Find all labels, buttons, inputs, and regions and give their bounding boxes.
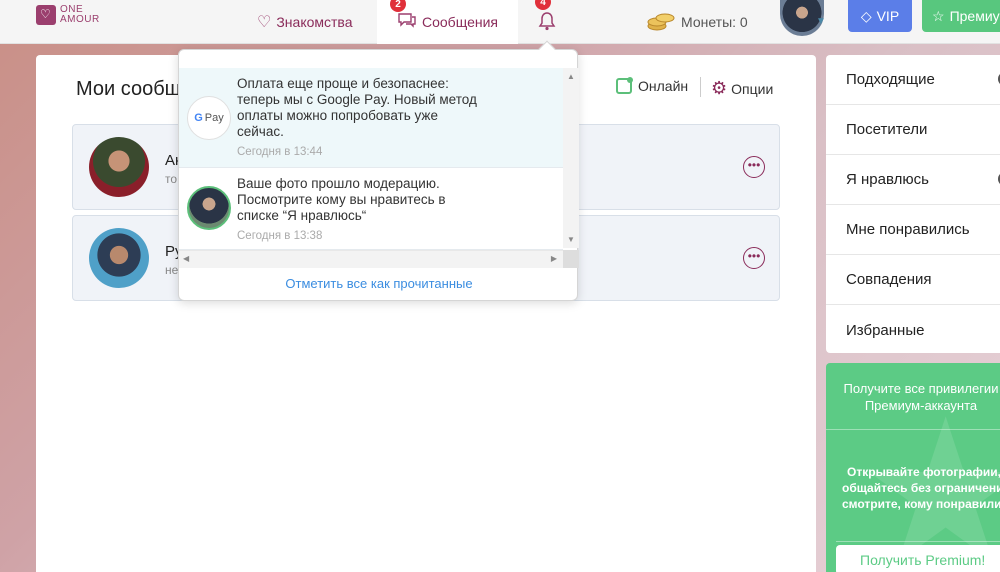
gear-icon: ⚙ bbox=[711, 78, 728, 98]
notification-time: Сегодня в 13:44 bbox=[237, 146, 323, 158]
online-checkbox-icon[interactable] bbox=[616, 77, 633, 94]
online-filter[interactable]: Онлайн bbox=[616, 77, 689, 94]
conversation-preview: то bbox=[165, 172, 178, 186]
sidebar-item-label: Совпадения bbox=[846, 271, 932, 288]
sidebar-item-favorites[interactable]: Избранные bbox=[826, 305, 1000, 355]
notification-time: Сегодня в 13:38 bbox=[237, 230, 323, 242]
scroll-left-icon[interactable]: ◀ bbox=[183, 254, 189, 263]
sidebar-item-label: Я нравлюсь bbox=[846, 171, 929, 188]
promo-title: Получите все привилегии Премиум-аккаунта bbox=[843, 381, 999, 413]
online-label: Онлайн bbox=[638, 78, 689, 94]
coins-icon bbox=[646, 10, 676, 35]
google-pay-icon: G Pay bbox=[187, 96, 231, 140]
sidebar-item-label: Подходящие bbox=[846, 71, 935, 88]
notifications-bell-button[interactable]: 4 bbox=[535, 0, 557, 44]
sidebar-menu: Подходящие Посетители Я нравлюсь Мне пон… bbox=[826, 55, 1000, 353]
messages-badge: 2 bbox=[390, 0, 406, 12]
sidebar-item-label: Избранные bbox=[846, 321, 925, 339]
divider bbox=[700, 77, 701, 97]
nav-messages-label: Сообщения bbox=[422, 14, 498, 30]
logo-heart-icon bbox=[36, 5, 56, 25]
sidebar-item-label: Мне понравились bbox=[846, 221, 970, 238]
sidebar-item-label: Посетители bbox=[846, 121, 928, 138]
avatar-dropdown-caret-icon[interactable]: ▼ bbox=[816, 16, 826, 27]
premium-button[interactable]: ☆ Премиум bbox=[922, 0, 1000, 32]
promo-divider bbox=[836, 541, 1000, 542]
notifications-badge: 4 bbox=[535, 0, 551, 10]
conversation-avatar[interactable] bbox=[89, 137, 149, 197]
conversation-avatar[interactable] bbox=[89, 228, 149, 288]
sidebar-item-matches[interactable]: Подходящие bbox=[826, 55, 1000, 105]
sidebar-item-i-liked[interactable]: Мне понравились bbox=[826, 205, 1000, 255]
coins-balance[interactable]: Монеты: 0 bbox=[646, 0, 748, 44]
premium-label: Премиум bbox=[949, 8, 1000, 24]
options-label: Опции bbox=[731, 80, 774, 97]
more-options-icon[interactable]: ••• bbox=[743, 247, 765, 269]
chat-bubbles-icon bbox=[397, 12, 417, 33]
premium-promo: ★ Получите все привилегии Премиум-аккаун… bbox=[826, 363, 1000, 572]
sidebar-item-mutual[interactable]: Совпадения bbox=[826, 255, 1000, 305]
notification-text: Оплата еще проще и безопаснее: теперь мы… bbox=[237, 76, 477, 139]
vip-label: VIP bbox=[876, 8, 900, 24]
sidebar-item-likes-me[interactable]: Я нравлюсь bbox=[826, 155, 1000, 205]
scrollbar-corner bbox=[563, 250, 579, 268]
mark-all-read-link[interactable]: Отметить все как прочитанные bbox=[179, 276, 579, 291]
star-icon: ☆ bbox=[932, 7, 945, 24]
sidebar-item-visitors[interactable]: Посетители bbox=[826, 105, 1000, 155]
user-photo-icon bbox=[187, 186, 231, 230]
notification-text: Ваше фото прошло модерацию. Посмотрите к… bbox=[237, 176, 446, 223]
scroll-up-icon[interactable]: ▲ bbox=[567, 72, 575, 81]
notifications-dropdown: G Pay Оплата еще проще и безопаснее: теп… bbox=[178, 40, 579, 301]
diamond-icon: ◇ bbox=[860, 7, 872, 24]
hearts-icon: ♡ bbox=[257, 14, 272, 31]
bell-icon bbox=[538, 11, 556, 34]
nav-dating[interactable]: ♡ Знакомства bbox=[257, 0, 353, 44]
more-options-icon[interactable]: ••• bbox=[743, 156, 765, 178]
horizontal-scrollbar[interactable]: ◀ ▶ bbox=[179, 250, 563, 268]
promo-divider bbox=[826, 429, 1000, 430]
promo-text: Открывайте фотографии, общайтесь без огр… bbox=[842, 465, 1000, 511]
logo-line2: AMOUR bbox=[60, 14, 100, 25]
nav-messages[interactable]: 2 Сообщения bbox=[377, 0, 518, 44]
scroll-down-icon[interactable]: ▼ bbox=[567, 235, 575, 244]
vertical-scrollbar[interactable]: ▲ ▼ bbox=[563, 68, 579, 248]
get-premium-button[interactable]: Получить Premium! bbox=[836, 545, 1000, 572]
top-bar: ONE AMOUR ♡ Знакомства 2 Сообщения 4 Мон… bbox=[0, 0, 1000, 44]
vip-button[interactable]: ◇ VIP bbox=[848, 0, 912, 32]
options-button[interactable]: ⚙ Опции bbox=[711, 78, 773, 99]
notification-item[interactable]: Ваше фото прошло модерацию. Посмотрите к… bbox=[179, 168, 563, 250]
scroll-right-icon[interactable]: ▶ bbox=[551, 254, 557, 263]
logo[interactable]: ONE AMOUR bbox=[36, 5, 100, 25]
conversation-preview: не bbox=[165, 263, 179, 277]
nav-dating-label: Знакомства bbox=[276, 14, 353, 30]
notification-item[interactable]: G Pay Оплата еще проще и безопаснее: теп… bbox=[179, 68, 563, 168]
coins-label: Монеты: 0 bbox=[681, 14, 748, 30]
